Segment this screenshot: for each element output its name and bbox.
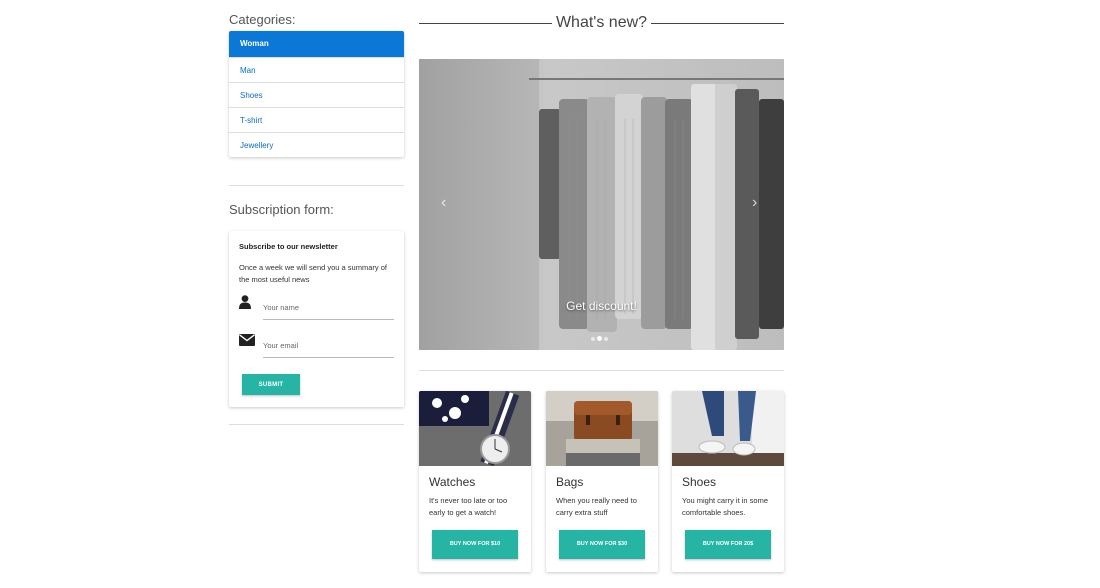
main-divider xyxy=(419,370,784,371)
whats-new-header: What's new? xyxy=(419,12,784,34)
shoes-image xyxy=(672,391,784,466)
watches-image xyxy=(419,391,531,466)
product-name: Watches xyxy=(429,475,476,489)
category-item-jewellery[interactable]: Jewellery xyxy=(229,132,404,157)
carousel-indicators xyxy=(590,330,609,342)
product-description: You might carry it in some comfortable s… xyxy=(682,496,769,517)
buy-shoes-button[interactable]: BUY NOW FOR 20$ xyxy=(685,530,771,559)
buy-bags-button[interactable]: BUY NOW FOR $30 xyxy=(559,530,645,559)
sidebar-bottom-divider xyxy=(229,424,404,425)
newsletter-description: Once a week we will send you a summary o… xyxy=(239,263,387,284)
email-field[interactable] xyxy=(263,333,394,358)
product-card-shoes: Shoes You might carry it in some comfort… xyxy=(672,391,784,572)
subscription-title: Subscription form: xyxy=(229,202,334,217)
bags-image xyxy=(546,391,658,466)
newsletter-heading: Subscribe to our newsletter xyxy=(239,242,338,251)
user-icon xyxy=(239,295,255,311)
product-description: When you really need to carry extra stuf… xyxy=(556,496,637,517)
carousel-caption: Get discount! xyxy=(566,299,637,313)
carousel[interactable]: ‹ › Get discount! xyxy=(419,59,784,350)
subscription-card: Subscribe to our newsletter Once a week … xyxy=(229,231,404,407)
category-item-shoes[interactable]: Shoes xyxy=(229,82,404,107)
product-card-watches: Watches It's never too late or too early… xyxy=(419,391,531,572)
buy-watches-button[interactable]: BUY NOW FOR $10 xyxy=(432,530,518,559)
product-description: It's never too late or too early to get … xyxy=(429,496,508,517)
name-field[interactable] xyxy=(263,295,394,320)
carousel-dot[interactable] xyxy=(591,336,595,341)
categories-list: Woman Man Shoes T-shirt Jewellery xyxy=(229,31,404,157)
category-item-tshirt[interactable]: T-shirt xyxy=(229,107,404,132)
product-name: Bags xyxy=(556,475,584,489)
whats-new-title: What's new? xyxy=(551,14,652,31)
category-item-man[interactable]: Man xyxy=(229,57,404,82)
categories-section: Categories: xyxy=(229,10,404,30)
carousel-dot[interactable] xyxy=(604,336,608,341)
product-card-bags: Bags When you really need to carry extra… xyxy=(546,391,658,572)
sidebar-divider xyxy=(229,185,404,186)
chevron-left-icon[interactable]: ‹ xyxy=(441,194,446,212)
chevron-right-icon[interactable]: › xyxy=(752,194,757,212)
envelope-icon xyxy=(239,333,255,349)
category-item-woman[interactable]: Woman xyxy=(229,31,404,57)
submit-button[interactable]: SUBMIT xyxy=(242,374,300,395)
categories-title: Categories: xyxy=(229,12,296,27)
email-field-row xyxy=(239,333,394,361)
name-field-row xyxy=(239,295,394,323)
product-name: Shoes xyxy=(682,475,717,489)
